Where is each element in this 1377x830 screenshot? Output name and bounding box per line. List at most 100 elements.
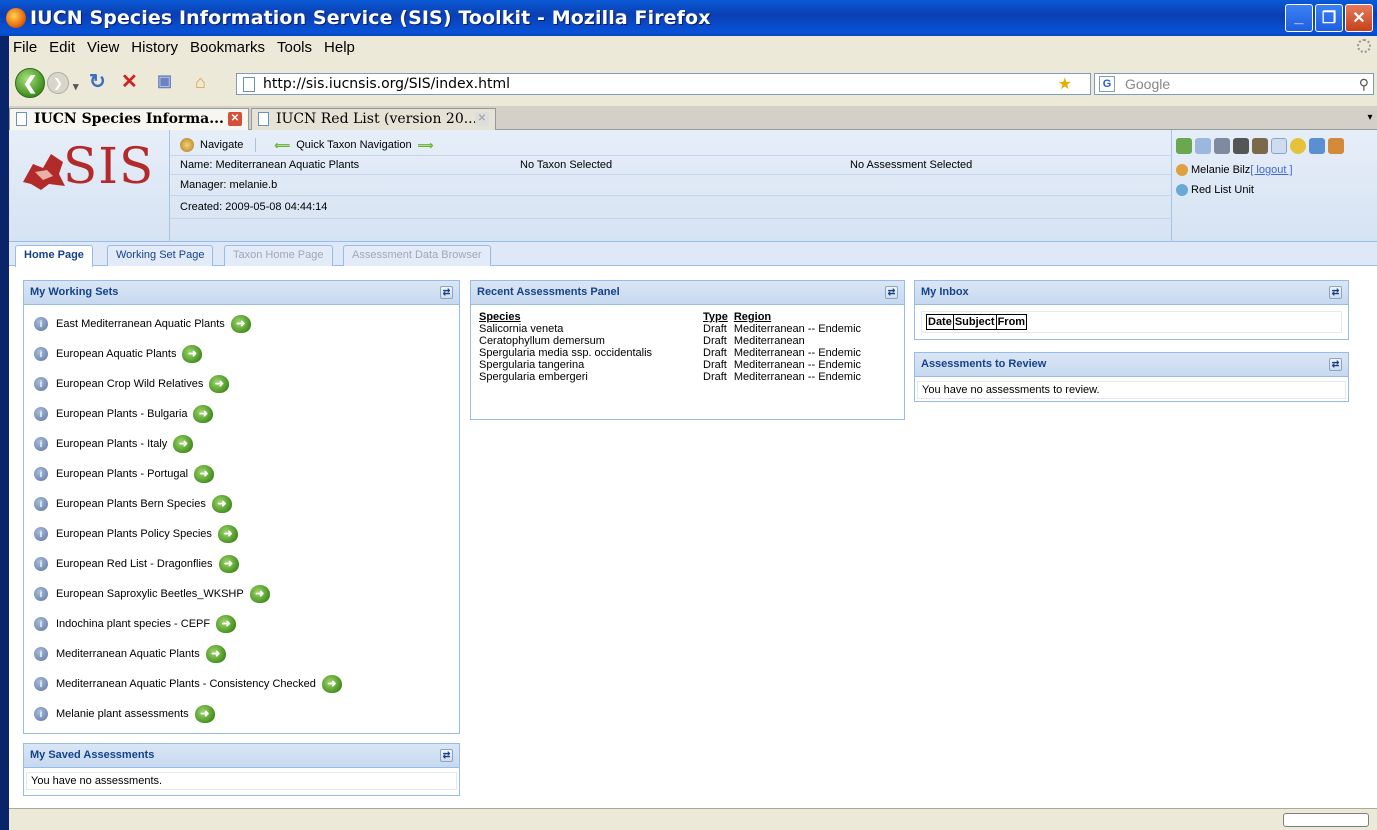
refresh-icon[interactable]: ⇄ — [440, 749, 453, 762]
go-arrow-icon[interactable]: ➜ — [194, 705, 215, 723]
menu-edit[interactable]: Edit — [49, 39, 75, 56]
browser-tab-redlist[interactable]: IUCN Red List (version 20... ✕ — [251, 108, 496, 130]
info-icon[interactable]: i — [34, 587, 48, 601]
quick-taxon-navigation[interactable]: Quick Taxon Navigation — [296, 139, 411, 151]
history-dropdown-icon[interactable]: ▾ — [73, 76, 79, 98]
go-arrow-icon[interactable]: ➜ — [205, 645, 226, 663]
list-item[interactable]: i European Plants Policy Species ➜ — [30, 519, 453, 549]
go-arrow-icon[interactable]: ➜ — [321, 675, 342, 693]
arrow-right-icon[interactable]: ⟹ — [418, 139, 434, 152]
menu-file[interactable]: File — [13, 39, 37, 56]
refresh-icon[interactable]: ⇄ — [885, 286, 898, 299]
search-icon[interactable]: ⚲ — [1359, 74, 1369, 94]
tab-close-icon[interactable]: ✕ — [228, 112, 242, 126]
search-box[interactable]: G Google ⚲ — [1094, 73, 1374, 95]
table-row[interactable]: Salicornia veneta Draft Mediterranean --… — [479, 323, 867, 335]
tab-list-icon[interactable]: ▾ — [1363, 108, 1377, 128]
go-arrow-icon[interactable]: ➜ — [230, 315, 251, 333]
tools-icon[interactable] — [1214, 138, 1230, 154]
list-item[interactable]: i European Crop Wild Relatives ➜ — [30, 369, 453, 399]
tab-home-page[interactable]: Home Page — [15, 245, 93, 267]
browser-tab-sis[interactable]: IUCN Species Informa... ✕ — [9, 108, 249, 130]
column-subject[interactable]: Subject — [952, 314, 997, 330]
info-icon[interactable]: i — [34, 497, 48, 511]
search-icon[interactable] — [1195, 138, 1211, 154]
maximize-button[interactable]: ❐ — [1315, 4, 1343, 32]
list-item[interactable]: i East Mediterranean Aquatic Plants ➜ — [30, 309, 453, 339]
home-icon[interactable]: ⌂ — [195, 71, 206, 93]
binoculars-icon[interactable] — [1233, 138, 1249, 154]
info-icon[interactable]: i — [34, 707, 48, 721]
info-icon[interactable]: i — [34, 407, 48, 421]
go-arrow-icon[interactable]: ➜ — [209, 375, 230, 393]
refresh-icon[interactable]: ⇄ — [1329, 286, 1342, 299]
list-item[interactable]: i European Plants Bern Species ➜ — [30, 489, 453, 519]
reload-icon[interactable]: ↻ — [89, 71, 106, 93]
info-icon[interactable]: i — [34, 317, 48, 331]
check-icon[interactable] — [1290, 138, 1306, 154]
info-icon[interactable]: i — [34, 647, 48, 661]
list-item[interactable]: i European Saproxylic Beetles_WKSHP ➜ — [30, 579, 453, 609]
forward-button[interactable]: ❯ — [47, 72, 69, 94]
close-button[interactable]: ✕ — [1345, 4, 1373, 32]
url-bar[interactable]: http://sis.iucnsis.org/SIS/index.html ★ — [236, 73, 1091, 95]
menu-view[interactable]: View — [87, 39, 119, 56]
list-item[interactable]: i European Red List - Dragonflies ➜ — [30, 549, 453, 579]
go-arrow-icon[interactable]: ➜ — [193, 405, 214, 423]
list-item[interactable]: i European Aquatic Plants ➜ — [30, 339, 453, 369]
tab-working-set-page[interactable]: Working Set Page — [107, 245, 214, 266]
bookmark-toolbar-icon[interactable]: ▣ — [157, 71, 172, 93]
info-icon[interactable]: i — [34, 677, 48, 691]
navigate-button[interactable]: Navigate — [200, 139, 243, 151]
column-date[interactable]: Date — [926, 314, 954, 330]
stop-icon[interactable]: ✕ — [121, 71, 138, 93]
column-from[interactable]: From — [995, 314, 1028, 330]
table-row[interactable]: Spergularia embergeri Draft Mediterranea… — [479, 371, 867, 383]
menu-tools[interactable]: Tools — [277, 39, 312, 56]
column-species[interactable]: Species — [479, 311, 703, 323]
go-arrow-icon[interactable]: ➜ — [211, 495, 232, 513]
list-item[interactable]: i European Plants - Portugal ➜ — [30, 459, 453, 489]
info-icon[interactable]: i — [34, 467, 48, 481]
users-icon[interactable] — [1328, 138, 1344, 154]
list-item[interactable]: i Mediterranean Aquatic Plants - Consiste… — [30, 669, 453, 699]
column-type[interactable]: Type — [703, 311, 734, 323]
list-item[interactable]: i Mediterranean Aquatic Plants ➜ — [30, 639, 453, 669]
list-item[interactable]: i Indochina plant species - CEPF ➜ — [30, 609, 453, 639]
minimize-button[interactable]: _ — [1285, 4, 1313, 32]
info-icon[interactable]: i — [34, 377, 48, 391]
info-icon[interactable]: i — [34, 617, 48, 631]
menu-history[interactable]: History — [131, 39, 178, 56]
logout-link[interactable]: [ logout ] — [1250, 164, 1292, 176]
copy-icon[interactable] — [1271, 138, 1287, 154]
refresh-icon[interactable]: ⇄ — [1329, 358, 1342, 371]
table-row[interactable]: Ceratophyllum demersum Draft Mediterrane… — [479, 335, 867, 347]
archive-icon[interactable] — [1252, 138, 1268, 154]
tab-close-icon[interactable]: ✕ — [475, 112, 489, 126]
list-item[interactable]: i European Plants - Italy ➜ — [30, 429, 453, 459]
google-engine-icon[interactable]: G — [1099, 76, 1115, 92]
menu-bookmarks[interactable]: Bookmarks — [190, 39, 265, 56]
info-icon[interactable]: i — [34, 527, 48, 541]
go-arrow-icon[interactable]: ➜ — [217, 525, 238, 543]
go-arrow-icon[interactable]: ➜ — [218, 555, 239, 573]
arrow-left-icon[interactable]: ⟸ — [274, 139, 290, 152]
list-item[interactable]: i European Plants - Bulgaria ➜ — [30, 399, 453, 429]
go-arrow-icon[interactable]: ➜ — [173, 435, 194, 453]
go-arrow-icon[interactable]: ➜ — [216, 615, 237, 633]
back-button[interactable]: ❮ — [15, 68, 45, 98]
bookmark-star-icon[interactable]: ★ — [1058, 74, 1072, 94]
menu-help[interactable]: Help — [324, 39, 355, 56]
list-item[interactable]: i Melanie plant assessments ➜ — [30, 699, 453, 729]
refresh-icon[interactable]: ⇄ — [440, 286, 453, 299]
info-icon[interactable]: i — [34, 347, 48, 361]
edit-icon[interactable] — [1309, 138, 1325, 154]
info-icon[interactable]: i — [34, 557, 48, 571]
info-icon[interactable]: i — [34, 437, 48, 451]
go-arrow-icon[interactable]: ➜ — [182, 345, 203, 363]
table-row[interactable]: Spergularia media ssp. occidentalis Draf… — [479, 347, 867, 359]
go-arrow-icon[interactable]: ➜ — [194, 465, 215, 483]
go-arrow-icon[interactable]: ➜ — [249, 585, 270, 603]
table-row[interactable]: Spergularia tangerina Draft Mediterranea… — [479, 359, 867, 371]
hierarchy-icon[interactable] — [1176, 138, 1192, 154]
